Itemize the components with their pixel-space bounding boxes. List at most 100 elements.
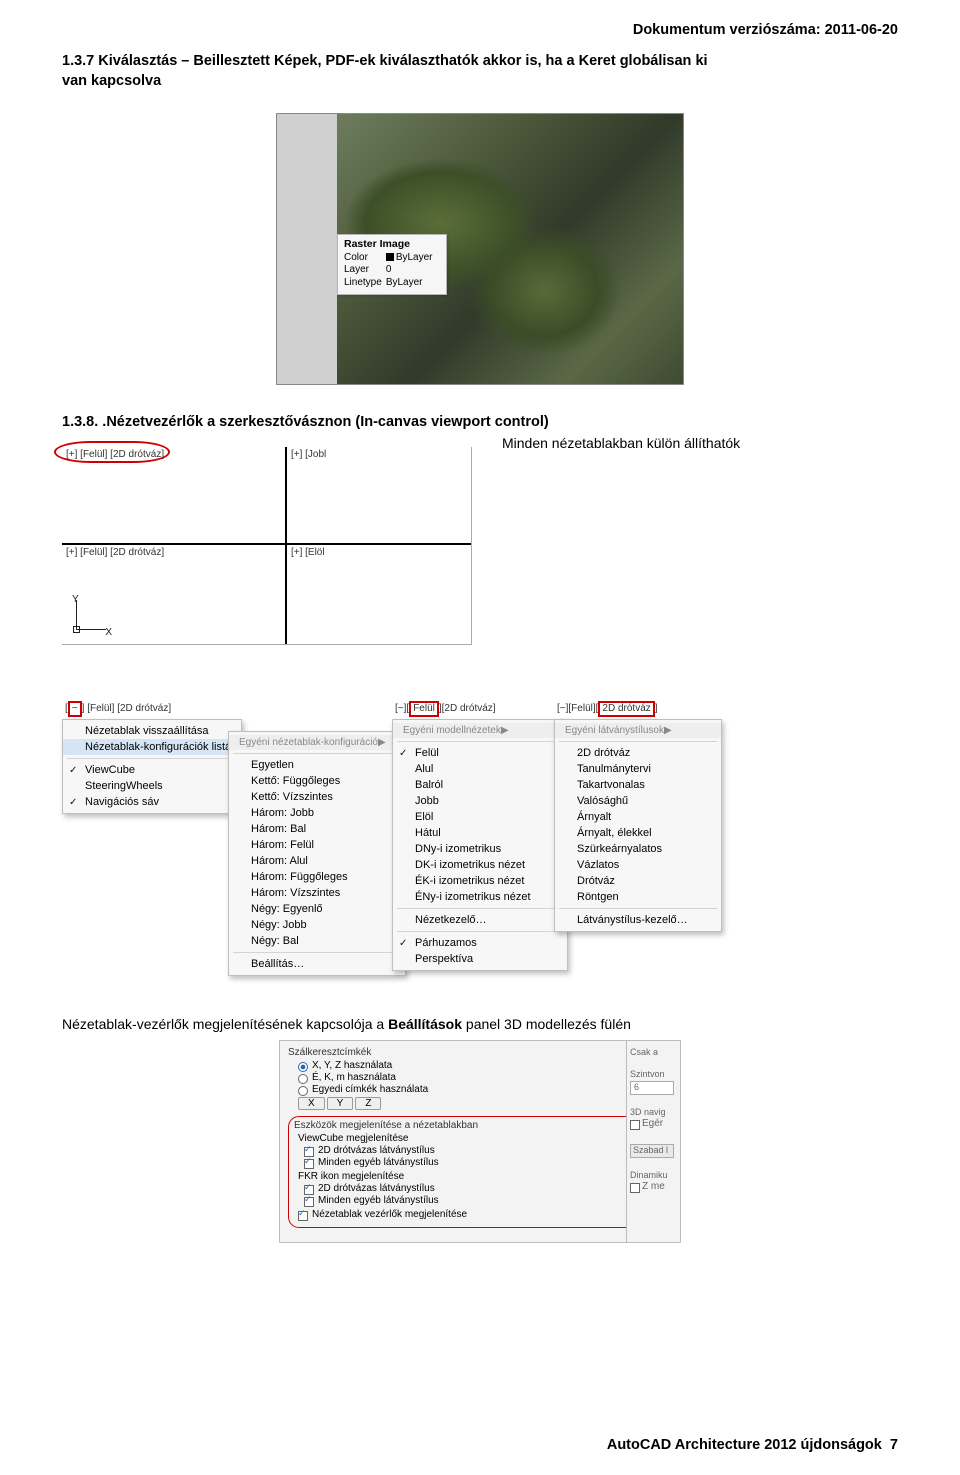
menu4-item[interactable]: Drótváz xyxy=(555,873,721,889)
check-icon: ✓ xyxy=(399,748,407,759)
right-g: Dinamiku xyxy=(630,1170,668,1180)
menu-item-label: DNy-i izometrikus xyxy=(415,843,501,855)
menu4-item[interactable]: 2D drótváz xyxy=(555,745,721,761)
vp-br-label: [+] [Elöl xyxy=(291,547,325,558)
xyz-y-button[interactable]: Y xyxy=(327,1097,354,1110)
menu-item-label: Takartvonalas xyxy=(577,779,645,791)
right-h-check[interactable]: Z me xyxy=(630,1181,677,1192)
menu2-item[interactable]: Kettő: Függőleges xyxy=(229,773,405,789)
footer-text: AutoCAD Architecture 2012 újdonságok xyxy=(607,1437,882,1453)
check-viewport-controls[interactable]: Nézetablak vezérlők megjelenítése xyxy=(298,1209,666,1220)
menu4-item[interactable]: Takartvonalas xyxy=(555,777,721,793)
menu-item-label: Kettő: Függőleges xyxy=(251,775,340,787)
menu3-item[interactable]: DK-i izometrikus nézet xyxy=(393,857,567,873)
menu1-item[interactable]: Nézetablak-konfigurációk listája▶ xyxy=(63,739,241,755)
menu-item-label: Árnyalt xyxy=(577,811,611,823)
menu2-item[interactable]: Három: Bal xyxy=(229,821,405,837)
menu-item-label: Beállítás… xyxy=(251,958,304,970)
menu2-item[interactable]: Beállítás… xyxy=(229,956,405,972)
options-right-slice: Csak a Szintvon6 3D navigEgér Szabad l D… xyxy=(626,1041,680,1242)
red-highlight-box-icon: Eszközök megjelenítése a nézetablakban V… xyxy=(288,1116,672,1228)
caption-part-a: Nézetablak-vezérlők megjelenítésének kap… xyxy=(62,1016,388,1032)
context-menu-4-styles: Egyéni látványstílusok▶2D drótvázTanulmá… xyxy=(554,719,722,932)
aerial-figure: Raster Image ColorByLayer Layer0 Linetyp… xyxy=(62,113,898,385)
menu4-item[interactable]: Valósághű xyxy=(555,793,721,809)
menu-item-label: Három: Vízszintes xyxy=(251,887,340,899)
vp-red-highlight-icon xyxy=(54,441,170,463)
menu3-item[interactable]: Nézetkezelő… xyxy=(393,912,567,928)
menu-item-label: Kettő: Vízszintes xyxy=(251,791,333,803)
menu2-item[interactable]: Három: Alul xyxy=(229,853,405,869)
menu-item-label: Navigációs sáv xyxy=(85,796,159,808)
check-2d-wireframe-2[interactable]: 2D drótvázas látványstílus xyxy=(304,1183,666,1194)
menu1-item[interactable]: SteeringWheels xyxy=(63,778,241,794)
menu3-item[interactable]: ✓Felül xyxy=(393,745,567,761)
menu3-item[interactable]: DNy-i izometrikus xyxy=(393,841,567,857)
menu-separator xyxy=(397,931,563,932)
xyz-x-button[interactable]: X xyxy=(298,1097,325,1110)
block-fkr-title: FKR ikon megjelenítése xyxy=(298,1171,666,1182)
menu2-item[interactable]: Négy: Jobb xyxy=(229,917,405,933)
vp-bl-label: [+] [Felül] [2D drótváz] xyxy=(66,547,164,558)
menu4-item[interactable]: Tanulmánytervi xyxy=(555,761,721,777)
check-2d-wireframe-1[interactable]: 2D drótvázas látványstílus xyxy=(304,1145,666,1156)
menu3-item[interactable]: Jobb xyxy=(393,793,567,809)
menu-item-label: Drótváz xyxy=(577,875,615,887)
check-icon: ✓ xyxy=(399,938,407,949)
menu3-item[interactable]: Elöl xyxy=(393,809,567,825)
menu2-item[interactable]: Egyetlen xyxy=(229,757,405,773)
menu2-item[interactable]: Három: Felül xyxy=(229,837,405,853)
right-e-check[interactable]: Egér xyxy=(630,1118,677,1129)
menu4-item[interactable]: Árnyalt, élekkel xyxy=(555,825,721,841)
menu-item-label: Nézetablak visszaállítása xyxy=(85,725,209,737)
menu2-item[interactable]: Négy: Bal xyxy=(229,933,405,949)
menu2-item[interactable]: Három: Függőleges xyxy=(229,869,405,885)
menu-item-label: ÉK-i izometrikus nézet xyxy=(415,875,524,887)
menu1-item[interactable]: ✓Navigációs sáv xyxy=(63,794,241,810)
menu2-item[interactable]: Három: Jobb xyxy=(229,805,405,821)
fake-button-1[interactable]: Szabad l xyxy=(630,1144,674,1158)
menu3-item[interactable]: Alul xyxy=(393,761,567,777)
menu-item-label: Látványstílus-kezelő… xyxy=(577,914,688,926)
radio-xyz[interactable]: X, Y, Z használata xyxy=(298,1060,672,1071)
menu4-item[interactable]: Szürkeárnyalatos xyxy=(555,841,721,857)
menu-item-label: Röntgen xyxy=(577,891,619,903)
raster-title: Raster Image xyxy=(344,238,410,250)
page-number: 7 xyxy=(890,1437,898,1453)
bracket-a-rest: [Felül] [2D drótváz] xyxy=(87,703,171,714)
menu2-item[interactable]: Kettő: Vízszintes xyxy=(229,789,405,805)
menu4-item[interactable]: Árnyalt xyxy=(555,809,721,825)
chevron-right-icon: ▶ xyxy=(664,725,672,736)
menu3-item[interactable]: ÉNy-i izometrikus nézet xyxy=(393,889,567,905)
ucs-icon: Y X xyxy=(68,592,114,638)
menu4-item[interactable]: Látványstílus-kezelő… xyxy=(555,912,721,928)
menu3-item[interactable]: Balról xyxy=(393,777,567,793)
menu1-item[interactable]: ✓ViewCube xyxy=(63,762,241,778)
check-other-styles-1[interactable]: Minden egyéb látványstílus xyxy=(304,1157,666,1168)
check-other-styles-2[interactable]: Minden egyéb látványstílus xyxy=(304,1195,666,1206)
radio-ekm[interactable]: É, K, m használata xyxy=(298,1072,672,1083)
menu-item-label: Négy: Bal xyxy=(251,935,299,947)
right-b: Szintvon xyxy=(630,1069,665,1079)
menu-item-label: SteeringWheels xyxy=(85,780,163,792)
menu1-item[interactable]: Nézetablak visszaállítása xyxy=(63,723,241,739)
menu2-item[interactable]: Három: Vízszintes xyxy=(229,885,405,901)
menu3-item[interactable]: ✓Párhuzamos xyxy=(393,935,567,951)
menu-item-label: Vázlatos xyxy=(577,859,619,871)
menu-item-label: Valósághű xyxy=(577,795,628,807)
menu4-item[interactable]: Vázlatos xyxy=(555,857,721,873)
menu3-item[interactable]: Hátul xyxy=(393,825,567,841)
menu3-item[interactable]: ÉK-i izometrikus nézet xyxy=(393,873,567,889)
red-box-minus-icon: − xyxy=(68,701,82,717)
raster-row2-val: ByLayer xyxy=(386,277,437,290)
menu-item-label: ÉNy-i izometrikus nézet xyxy=(415,891,531,903)
menu-item-label: Nézetablak-konfigurációk listája xyxy=(85,741,240,753)
menu-item-label: Jobb xyxy=(415,795,439,807)
menu4-item[interactable]: Röntgen xyxy=(555,889,721,905)
fake-input-1[interactable]: 6 xyxy=(630,1081,674,1095)
menu3-item[interactable]: Perspektíva xyxy=(393,951,567,967)
radio-custom[interactable]: Egyedi címkék használata xyxy=(298,1084,672,1095)
menu2-item[interactable]: Négy: Egyenlő xyxy=(229,901,405,917)
xyz-z-button[interactable]: Z xyxy=(355,1097,381,1110)
viewport-bottom-right: [+] [Elöl xyxy=(287,545,471,644)
